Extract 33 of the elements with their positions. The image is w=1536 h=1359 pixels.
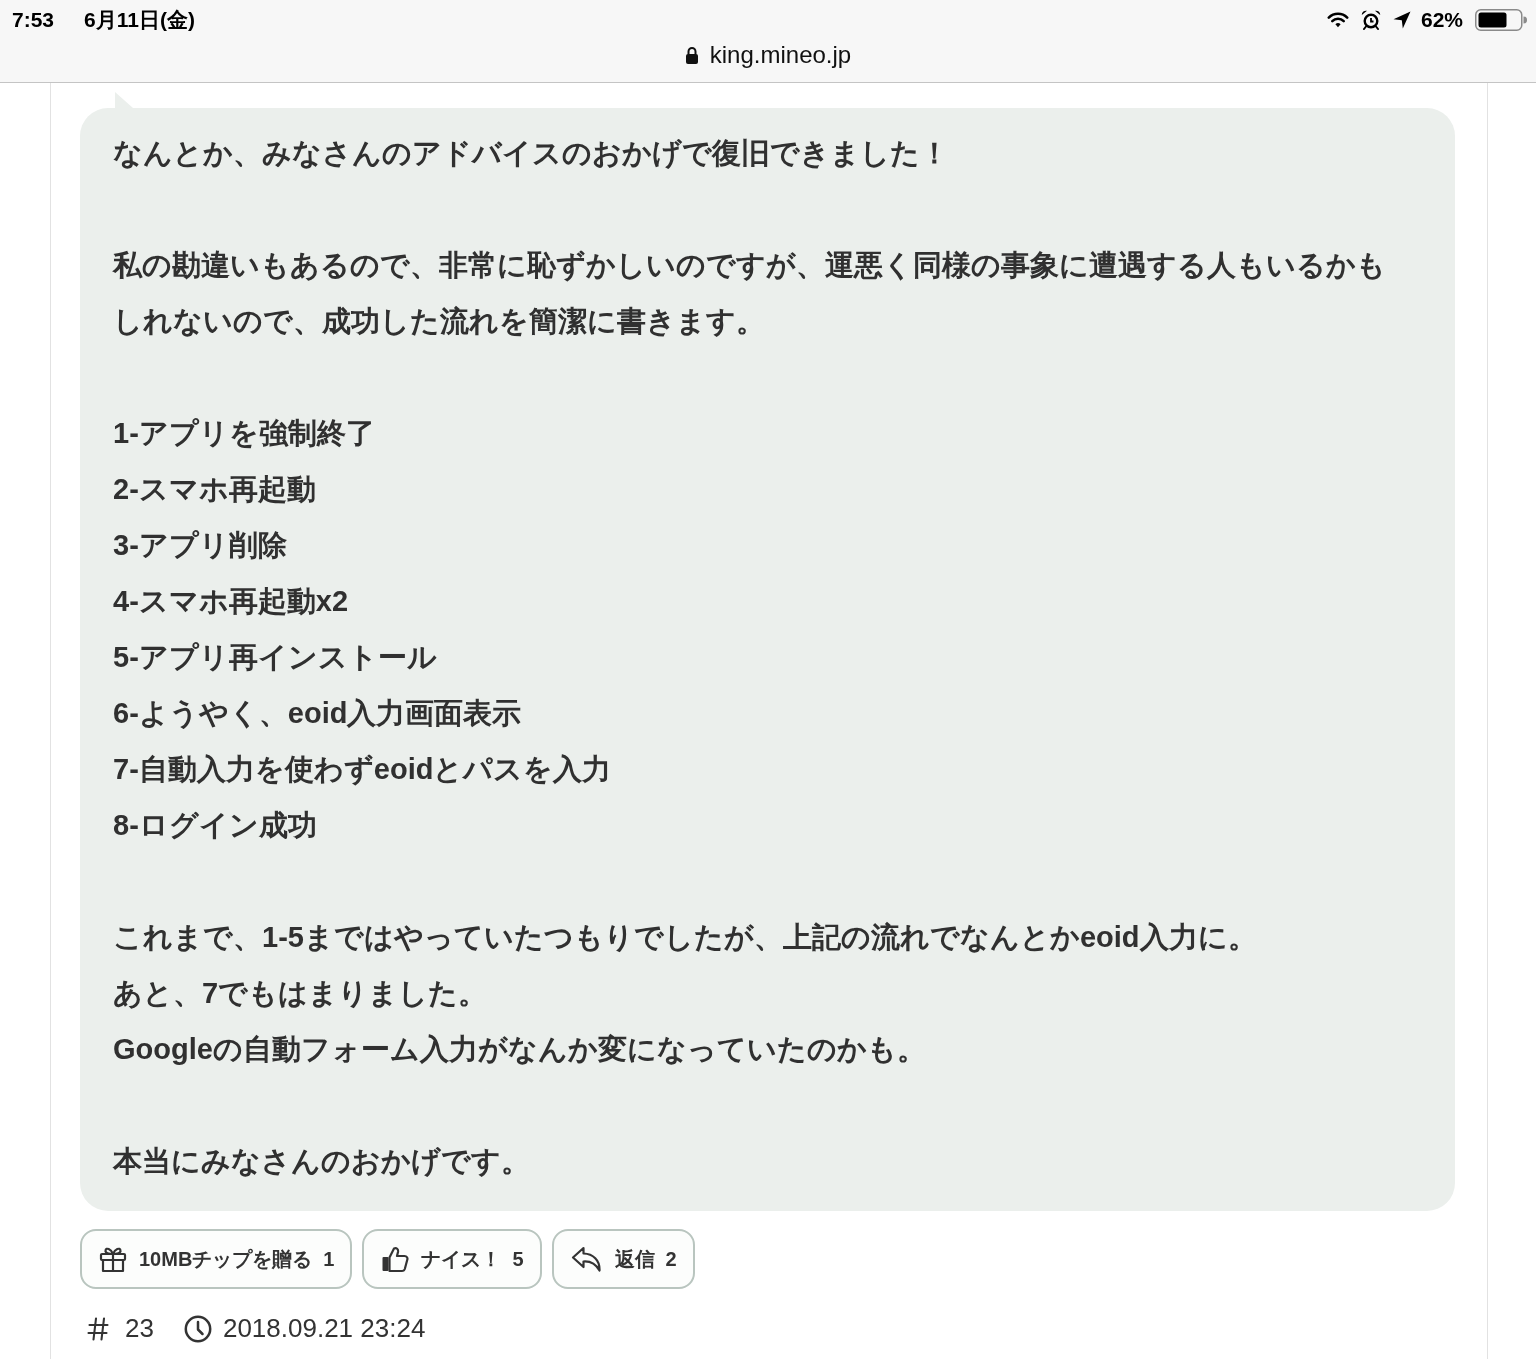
clock-icon [183, 1314, 212, 1343]
message-text: 5-アプリ再インストール [113, 640, 438, 675]
lock-icon [684, 46, 699, 64]
message-text: 1-アプリを強制終了 [113, 416, 376, 451]
message-text: あと、7でもはまりました。 [113, 976, 489, 1011]
message-text: 3-アプリ削除 [113, 528, 288, 563]
battery-percent: 62% [1420, 8, 1463, 32]
location-arrow-icon [1392, 11, 1411, 29]
battery-icon [1475, 9, 1527, 31]
reply-icon [570, 1245, 603, 1273]
message-text: 6-ようやく、eoid入力画面表示 [113, 696, 523, 731]
message-text: 本当にみなさんのおかげです。 [113, 1144, 531, 1179]
wifi-icon [1326, 12, 1349, 28]
like-button[interactable]: ナイス！ 5 [362, 1229, 542, 1289]
message-text: Googleの自動フォーム入力がなんか変になっていたのかも。 [113, 1032, 927, 1067]
gift-icon [99, 1245, 127, 1273]
thumbs-up-icon [381, 1245, 410, 1273]
alarm-clock-icon [1360, 10, 1381, 30]
status-time: 7:53 [12, 8, 55, 32]
post-timestamp: 2018.09.21 23:24 [222, 1313, 426, 1344]
message-text: 7-自動入力を使わずeoidとパスを入力 [113, 752, 613, 788]
message-text: これまで、1-5まではやっていたつもりでしたが、上記の流れでなんとかeoid入力に。 [113, 920, 1258, 955]
message-text: 4-スマホ再起動x2 [113, 584, 350, 619]
tip-button[interactable]: 10MBチップを贈る 1 [80, 1229, 353, 1289]
post-number: 23 [125, 1313, 154, 1344]
url-label[interactable]: king.mineo.jp [709, 41, 852, 69]
hash-icon [87, 1316, 109, 1341]
message-text: 私の勘違いもあるので、非常に恥ずかしいのですが、運悪く同様の事象に遭遇する人もいるかもしれないので、成功した流れを簡潔に書きます。 [113, 248, 1387, 339]
message-text: なんとか、みなさんのアドバイスのおかげで復旧できました！ [113, 136, 950, 171]
status-date: 6月11日(金) [84, 7, 195, 33]
reply-button[interactable]: 返信 2 [551, 1229, 695, 1289]
message-text: 8-ログイン成功 [113, 808, 318, 843]
message-text: 2-スマホ再起動 [113, 472, 317, 507]
